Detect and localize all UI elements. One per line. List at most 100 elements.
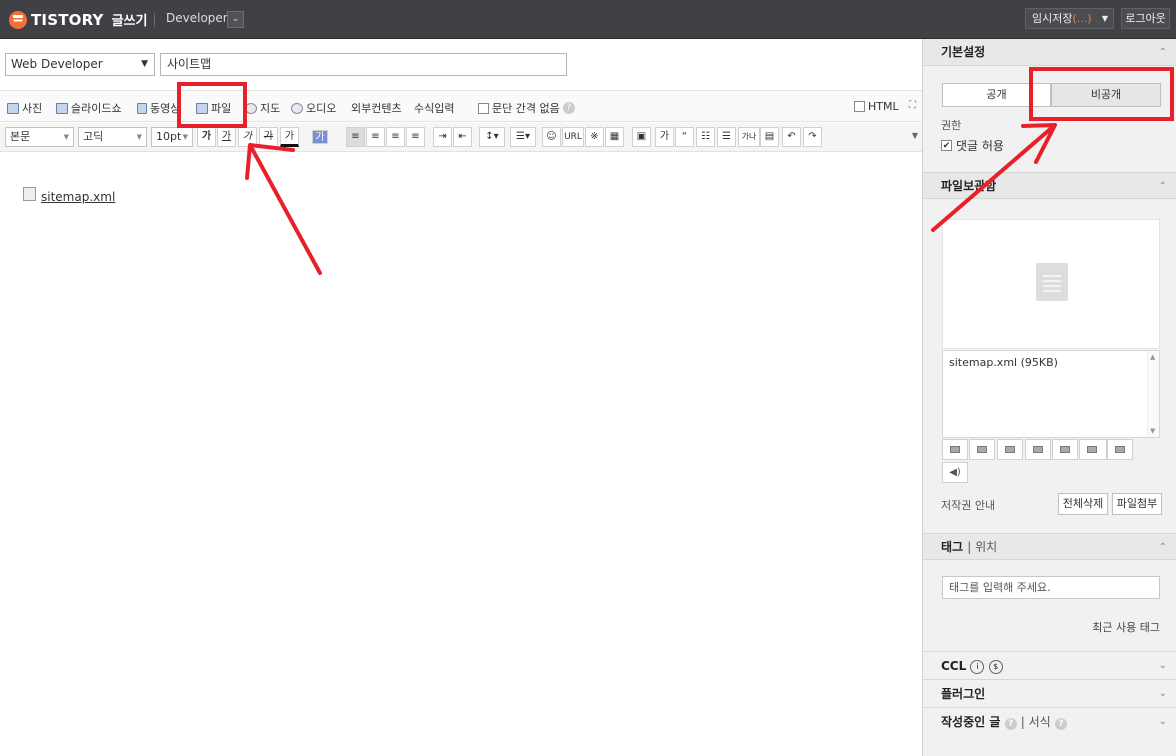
tag-input[interactable]: 태그를 입력해 주세요.	[942, 576, 1160, 599]
private-button[interactable]: 비공개	[1051, 83, 1161, 107]
insert-slideshow-button[interactable]: 슬라이드쇼	[56, 100, 122, 116]
align-right-button[interactable]: ≡	[386, 127, 405, 147]
insert-external-button[interactable]: 외부컨텐츠	[351, 100, 402, 116]
sound-icon[interactable]: ◀)	[942, 462, 968, 483]
dropdown-arrow-icon: ▼	[63, 133, 69, 141]
no-paragraph-spacing-toggle[interactable]: 문단 간격 없음?	[478, 100, 575, 116]
insert-float-left-button[interactable]	[1025, 439, 1051, 460]
font-select[interactable]: 고딕 ▼	[78, 127, 147, 147]
scroll-down-icon[interactable]: ▼	[1150, 427, 1155, 435]
collapse-icon[interactable]: ⌃	[1159, 534, 1167, 561]
insert-three-column-button[interactable]	[1079, 439, 1107, 460]
underline-button[interactable]: 가	[217, 127, 236, 147]
insert-align-center-button[interactable]	[969, 439, 995, 460]
delete-all-button[interactable]: 전체삭제	[1058, 493, 1108, 515]
no-spacing-checkbox[interactable]	[478, 102, 489, 114]
allow-comment-toggle[interactable]: ✔ 댓글 허용	[941, 137, 1004, 154]
link-button[interactable]: URL	[562, 127, 584, 147]
insert-map-button[interactable]: 지도	[245, 100, 280, 116]
html-checkbox[interactable]	[854, 101, 865, 112]
font-color-button[interactable]: 가	[280, 127, 299, 147]
insert-two-column-button[interactable]	[1052, 439, 1078, 460]
tag-title: 태그	[941, 540, 964, 554]
help-icon[interactable]: ?	[1004, 718, 1017, 730]
public-button[interactable]: 공개	[942, 83, 1051, 107]
basic-settings-header[interactable]: 기본설정 ⌃	[923, 39, 1176, 66]
insert-photo-button[interactable]: 사진	[7, 100, 42, 116]
expand-icon[interactable]: ⌄	[1159, 708, 1167, 736]
blog-select-chevron-icon[interactable]: ⌄	[227, 11, 244, 28]
align-center-icon	[977, 446, 987, 453]
expand-icon[interactable]: ⌄	[1159, 652, 1167, 680]
bold-button[interactable]: 가	[197, 127, 216, 147]
align-left-button[interactable]: ≡	[346, 127, 365, 147]
editor-content[interactable]: sitemap.xml	[0, 153, 922, 756]
check-icon[interactable]: ✔	[941, 140, 952, 151]
strikethrough-button[interactable]: 가	[259, 127, 278, 147]
save-icon[interactable]: ▤	[760, 127, 779, 147]
drafts-header[interactable]: 작성중인 글 ? | 서식 ? ⌄	[923, 707, 1176, 735]
ccl-header[interactable]: CCL i $ ⌄	[923, 651, 1176, 679]
attach-file-button[interactable]: 파일첨부	[1112, 493, 1162, 515]
attached-file[interactable]: sitemap.xml	[23, 187, 115, 204]
chevron-down-icon[interactable]: ▼	[1102, 9, 1108, 28]
collapse-icon[interactable]: ⌃	[1159, 39, 1167, 66]
align-justify-button[interactable]: ≡	[406, 127, 425, 147]
paragraph-style-select[interactable]: 본문 ▼	[5, 127, 74, 147]
file-list-item[interactable]: sitemap.xml (95KB)	[949, 356, 1153, 369]
location-tab[interactable]: | 위치	[967, 540, 997, 554]
more-line-icon[interactable]: ☰	[717, 127, 736, 147]
category-select[interactable]: Web Developer ▼	[5, 53, 155, 76]
plugin-header[interactable]: 플러그인 ⌄	[923, 679, 1176, 707]
table-icon[interactable]: ▦	[605, 127, 624, 147]
logout-button[interactable]: 로그아웃	[1121, 8, 1170, 29]
floppy-icon	[196, 102, 208, 114]
attached-file-link[interactable]: sitemap.xml	[41, 190, 115, 204]
align-center-button[interactable]: ≡	[366, 127, 385, 147]
scrollbar[interactable]: ▲ ▼	[1147, 351, 1159, 437]
font-size-select[interactable]: 10pt ▼	[151, 127, 193, 147]
format-tab[interactable]: | 서식	[1021, 715, 1051, 729]
text-box-button[interactable]: 가	[655, 127, 674, 147]
file-storage-header[interactable]: 파일보관함 ⌃	[923, 172, 1176, 199]
fullscreen-icon[interactable]: ⛶	[909, 100, 916, 111]
insert-slideshow-icon-button[interactable]	[1107, 439, 1133, 460]
redo-icon[interactable]: ↷	[803, 127, 822, 147]
blog-name[interactable]: Developer	[166, 11, 228, 25]
more-button[interactable]: 가나	[738, 127, 760, 147]
divider-line-icon[interactable]: ☷	[696, 127, 715, 147]
help-icon[interactable]: ?	[562, 102, 575, 114]
emoticon-icon[interactable]: ☺	[542, 127, 561, 147]
tistory-logo[interactable]: TISTORY 글쓰기	[9, 10, 147, 29]
html-mode-toggle[interactable]: HTML	[854, 100, 899, 113]
insert-audio-button[interactable]: 오디오	[291, 100, 336, 116]
scroll-up-icon[interactable]: ▲	[1150, 353, 1155, 361]
line-height-button[interactable]: ↕▾	[479, 127, 505, 147]
italic-button[interactable]: 가	[238, 127, 257, 147]
file-list[interactable]: sitemap.xml (95KB) ▲ ▼	[942, 350, 1160, 438]
insert-video-button[interactable]: 동영상	[137, 100, 180, 116]
list-button[interactable]: ☰▾	[510, 127, 536, 147]
insert-file-button[interactable]: 파일	[196, 100, 231, 116]
tag-header[interactable]: 태그 | 위치 ⌃	[923, 533, 1176, 560]
special-char-button[interactable]: ※	[585, 127, 604, 147]
copyright-guide-link[interactable]: 저작권 안내	[941, 497, 995, 513]
background-color-button[interactable]: 가	[312, 130, 328, 144]
html-label: HTML	[868, 100, 899, 113]
temp-save-button[interactable]: 임시저장(...) ▼	[1025, 8, 1114, 29]
insert-formula-button[interactable]: 수식입력	[414, 100, 454, 116]
title-input[interactable]: 사이트맵	[160, 53, 567, 76]
recent-tags-link[interactable]: 최근 사용 태그	[1092, 619, 1160, 635]
expand-icon[interactable]: ⌄	[1159, 680, 1167, 708]
undo-icon[interactable]: ↶	[782, 127, 801, 147]
insert-align-left-button[interactable]	[942, 439, 968, 460]
editor-area: Web Developer ▼ 사이트맵 사진 슬라이드쇼 동영상 파일 지도 …	[0, 39, 922, 756]
layout-icon[interactable]: ▣	[632, 127, 651, 147]
toolbar-expand-icon[interactable]: ▼	[912, 131, 918, 140]
insert-align-right-button[interactable]	[997, 439, 1023, 460]
indent-button[interactable]: ⇥	[433, 127, 452, 147]
collapse-icon[interactable]: ⌃	[1159, 173, 1167, 200]
quote-button[interactable]: “	[675, 127, 694, 147]
help-icon[interactable]: ?	[1054, 718, 1067, 730]
outdent-button[interactable]: ⇤	[453, 127, 472, 147]
